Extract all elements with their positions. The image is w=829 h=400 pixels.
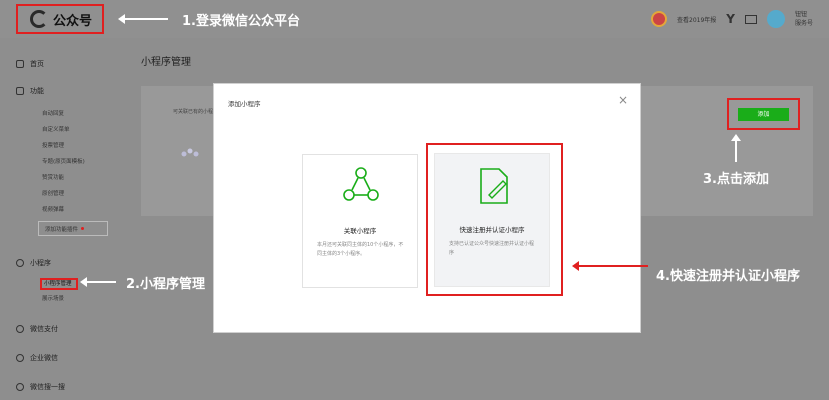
sidebar-subitem-topic[interactable]: 专题(原页面模板) bbox=[42, 157, 85, 165]
avatar[interactable] bbox=[766, 10, 785, 28]
add-button[interactable]: 添加 bbox=[738, 108, 789, 121]
search-icon bbox=[16, 383, 24, 391]
grid-icon bbox=[16, 87, 24, 95]
arrow-step4 bbox=[572, 261, 648, 271]
mail-icon[interactable] bbox=[744, 14, 757, 24]
sidebar-subitem-scenes[interactable]: 展示场景 bbox=[42, 294, 64, 302]
dialog-title: 添加小程序 bbox=[228, 100, 261, 108]
red-dot-icon bbox=[81, 227, 85, 230]
sidebar-item-home[interactable]: 首页 bbox=[16, 59, 44, 69]
card1-title: 关联小程序 bbox=[343, 227, 377, 235]
sidebar-mini-label: 小程序 bbox=[30, 259, 51, 267]
pay-icon bbox=[16, 325, 24, 333]
sidebar-work-label: 企业微信 bbox=[30, 354, 58, 362]
close-icon[interactable]: × bbox=[618, 93, 628, 107]
user-name: 钮钮 bbox=[794, 11, 807, 18]
user-subtitle: 服务号 bbox=[794, 20, 813, 27]
add-plugin-button[interactable]: 添加功能插件 bbox=[38, 221, 108, 236]
sidebar-subitem-mini-manage[interactable]: 小程序管理 bbox=[40, 278, 78, 290]
y-icon[interactable]: Y bbox=[726, 12, 735, 26]
sidebar-subitem-danmaku[interactable]: 视频弹幕 bbox=[42, 205, 64, 213]
sidebar-subitem-vote[interactable]: 投票管理 bbox=[42, 141, 64, 149]
home-icon bbox=[16, 60, 24, 68]
reward-badge-icon[interactable] bbox=[651, 11, 667, 27]
sidebar-pay-label: 微信支付 bbox=[30, 325, 58, 333]
link-mini-program-card[interactable]: 关联小程序 本月还可关联同主体的10个小程序，不同主体的3个小程序。 bbox=[302, 154, 418, 288]
page-title: 小程序管理 bbox=[141, 57, 191, 68]
sidebar-item-search[interactable]: 微信搜一搜 bbox=[16, 382, 65, 392]
sidebar: 首页 功能 自动回复 自定义菜单 投票管理 专题(原页面模板) 赞赏功能 原创管… bbox=[0, 38, 113, 400]
mini-program-icon bbox=[181, 148, 199, 157]
logo-text: 公众号 bbox=[53, 13, 93, 29]
annotation-step1: 1.登录微信公众平台 bbox=[182, 14, 300, 29]
quick-register-highlight bbox=[426, 143, 563, 296]
year-report-link[interactable]: 查看2019年报 bbox=[677, 15, 716, 24]
top-bar: 公众号 1.登录微信公众平台 查看2019年报 Y 钮钮 服务号 bbox=[0, 0, 829, 38]
logo-highlight[interactable]: 公众号 bbox=[16, 4, 104, 34]
annotation-step4: 4.快速注册并认证小程序 bbox=[656, 269, 800, 284]
user-info[interactable]: 钮钮 服务号 bbox=[795, 10, 813, 28]
link-nodes-icon bbox=[343, 167, 379, 201]
top-right-tools: 查看2019年报 Y 钮钮 服务号 bbox=[651, 6, 813, 32]
add-plugin-label: 添加功能插件 bbox=[45, 226, 79, 233]
sidebar-subitem-reward[interactable]: 赞赏功能 bbox=[42, 173, 64, 181]
link-icon bbox=[16, 259, 24, 267]
add-button-highlight: 添加 bbox=[727, 98, 800, 130]
panel-hint: 可关联已有的小程序 bbox=[173, 109, 219, 115]
arrow-step1 bbox=[118, 14, 168, 24]
card1-desc: 本月还可关联同主体的10个小程序，不同主体的3个小程序。 bbox=[317, 242, 404, 257]
sidebar-item-features[interactable]: 功能 bbox=[16, 86, 44, 96]
annotation-step3: 3.点击添加 bbox=[703, 172, 769, 187]
sidebar-item-wechat-pay[interactable]: 微信支付 bbox=[16, 324, 58, 334]
sidebar-features-label: 功能 bbox=[30, 87, 44, 95]
sidebar-subitem-original[interactable]: 原创管理 bbox=[42, 189, 64, 197]
sidebar-item-mini-program[interactable]: 小程序 bbox=[16, 258, 51, 268]
sidebar-item-work-wechat[interactable]: 企业微信 bbox=[16, 353, 58, 363]
annotation-step2: 2.小程序管理 bbox=[126, 277, 205, 292]
work-wechat-icon bbox=[16, 354, 24, 362]
sidebar-subitem-auto-reply[interactable]: 自动回复 bbox=[42, 109, 64, 117]
wechat-logo-icon bbox=[30, 10, 48, 28]
sidebar-home-label: 首页 bbox=[30, 60, 44, 68]
arrow-step3 bbox=[731, 134, 741, 162]
sidebar-search-label: 微信搜一搜 bbox=[30, 383, 65, 391]
arrow-step2 bbox=[80, 277, 116, 287]
sidebar-subitem-custom-menu[interactable]: 自定义菜单 bbox=[42, 125, 70, 133]
